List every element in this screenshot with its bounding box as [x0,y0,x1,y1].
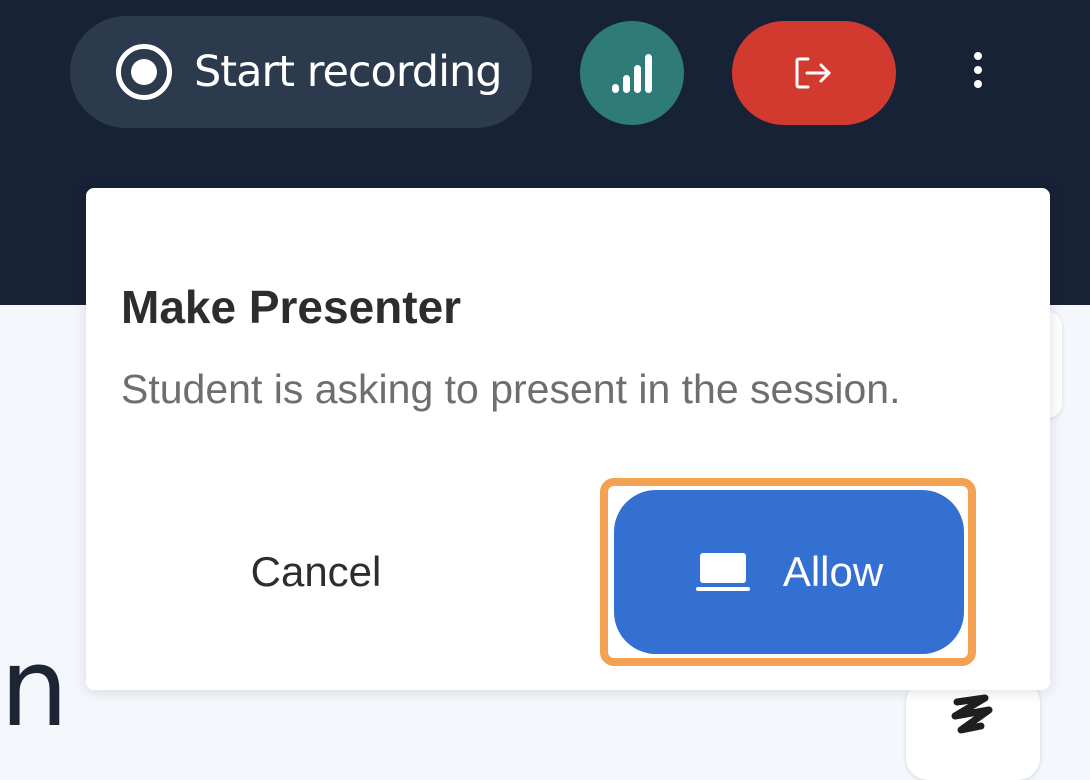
signal-bars-icon [612,54,652,93]
laptop-icon [695,553,750,591]
menu-dot [974,52,982,60]
start-recording-label: Start recording [194,47,503,97]
leave-session-button[interactable] [732,21,896,125]
kebab-menu-icon[interactable] [958,40,998,100]
scribble-icon [951,694,993,734]
allow-label: Allow [782,548,884,595]
dialog-title: Make Presenter [121,281,462,333]
exit-icon [795,57,831,89]
start-recording-button[interactable]: Start recording [70,16,532,128]
dialog-message: Student is asking to present in the sess… [121,366,901,412]
annotation-tool-button[interactable] [906,680,1040,780]
allow-button-focus-ring: Allow [600,478,976,666]
connection-quality-button[interactable] [580,21,684,125]
record-icon [116,44,172,100]
cancel-button[interactable]: Cancel [186,526,446,618]
record-dot [131,59,157,85]
make-presenter-dialog: Make Presenter Student is asking to pres… [86,188,1050,690]
background-text: n [0,626,69,751]
menu-dot [974,80,982,88]
allow-button[interactable]: Allow [614,490,964,654]
menu-dot [974,66,982,74]
